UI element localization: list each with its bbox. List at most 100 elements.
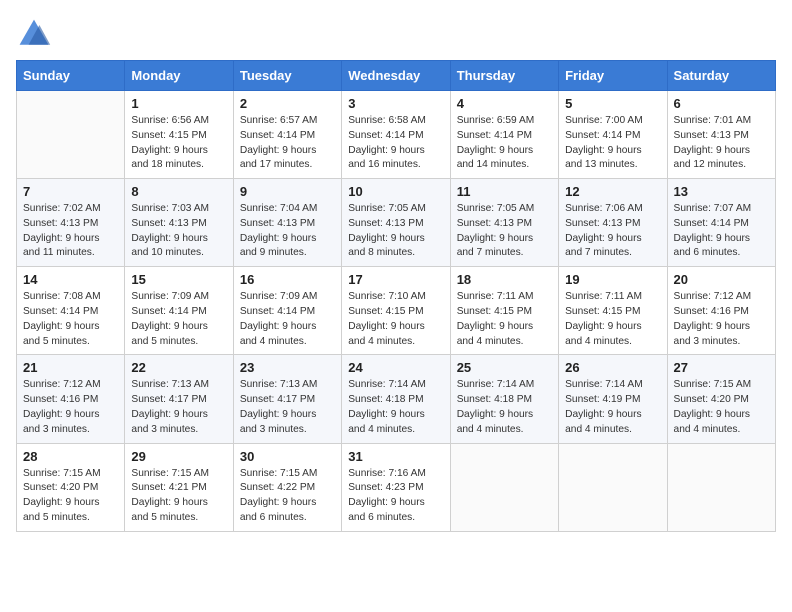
day-number: 15 bbox=[131, 272, 226, 287]
calendar-cell: 24Sunrise: 7:14 AMSunset: 4:18 PMDayligh… bbox=[342, 355, 450, 443]
calendar-cell: 11Sunrise: 7:05 AMSunset: 4:13 PMDayligh… bbox=[450, 179, 558, 267]
day-number: 16 bbox=[240, 272, 335, 287]
calendar-header-monday: Monday bbox=[125, 61, 233, 91]
day-info: Sunrise: 7:04 AMSunset: 4:13 PMDaylight:… bbox=[240, 202, 335, 261]
day-number: 26 bbox=[565, 360, 660, 375]
day-info: Sunrise: 7:03 AMSunset: 4:13 PMDaylight:… bbox=[131, 202, 226, 261]
day-number: 23 bbox=[240, 360, 335, 375]
day-info: Sunrise: 7:15 AMSunset: 4:20 PMDaylight:… bbox=[23, 467, 118, 526]
day-number: 27 bbox=[674, 360, 769, 375]
calendar-cell: 25 Sunrise: 7:14 AMSunset: 4:18 PMDayligh… bbox=[450, 355, 558, 443]
day-info: Sunrise: 6:58 AMSunset: 4:14 PMDaylight:… bbox=[348, 114, 443, 173]
day-info: Sunrise: 7:05 AMSunset: 4:13 PMDaylight:… bbox=[348, 202, 443, 261]
calendar-cell: 21 Sunrise: 7:12 AMSunset: 4:16 PMDayligh… bbox=[17, 355, 125, 443]
calendar-cell: 29Sunrise: 7:15 AMSunset: 4:21 PMDayligh… bbox=[125, 443, 233, 531]
day-info: Sunrise: 7:14 AMSunset: 4:18 PMDaylight:… bbox=[457, 378, 552, 437]
calendar-cell: 17 Sunrise: 7:10 AMSunset: 4:15 PMDayligh… bbox=[342, 267, 450, 355]
day-info: Sunrise: 7:02 AMSunset: 4:13 PMDaylight:… bbox=[23, 202, 118, 261]
calendar-cell bbox=[450, 443, 558, 531]
day-number: 14 bbox=[23, 272, 118, 287]
calendar-header-wednesday: Wednesday bbox=[342, 61, 450, 91]
day-info: Sunrise: 7:08 AMSunset: 4:14 PMDaylight:… bbox=[23, 290, 118, 349]
day-number: 1 bbox=[131, 96, 226, 111]
calendar-cell: 14 Sunrise: 7:08 AMSunset: 4:14 PMDayligh… bbox=[17, 267, 125, 355]
day-info: Sunrise: 7:15 AMSunset: 4:20 PMDaylight:… bbox=[674, 378, 769, 437]
calendar-cell: 7 Sunrise: 7:02 AMSunset: 4:13 PMDaylight… bbox=[17, 179, 125, 267]
day-number: 7 bbox=[23, 184, 118, 199]
calendar-week-row: 28 Sunrise: 7:15 AMSunset: 4:20 PMDayligh… bbox=[17, 443, 776, 531]
calendar-cell bbox=[559, 443, 667, 531]
day-number: 10 bbox=[348, 184, 443, 199]
header bbox=[16, 16, 776, 52]
calendar-cell: 12 Sunrise: 7:06 AMSunset: 4:13 PMDayligh… bbox=[559, 179, 667, 267]
calendar-cell: 30 Sunrise: 7:15 AMSunset: 4:22 PMDayligh… bbox=[233, 443, 341, 531]
calendar-cell: 31Sunrise: 7:16 AMSunset: 4:23 PMDayligh… bbox=[342, 443, 450, 531]
calendar-week-row: 14 Sunrise: 7:08 AMSunset: 4:14 PMDayligh… bbox=[17, 267, 776, 355]
day-info: Sunrise: 7:00 AMSunset: 4:14 PMDaylight:… bbox=[565, 114, 660, 173]
logo bbox=[16, 16, 56, 52]
calendar-header-thursday: Thursday bbox=[450, 61, 558, 91]
day-info: Sunrise: 7:13 AMSunset: 4:17 PMDaylight:… bbox=[240, 378, 335, 437]
calendar-cell: 26Sunrise: 7:14 AMSunset: 4:19 PMDayligh… bbox=[559, 355, 667, 443]
calendar-cell: 3Sunrise: 6:58 AMSunset: 4:14 PMDaylight… bbox=[342, 91, 450, 179]
day-info: Sunrise: 6:56 AMSunset: 4:15 PMDaylight:… bbox=[131, 114, 226, 173]
calendar-header-friday: Friday bbox=[559, 61, 667, 91]
calendar-cell: 18 Sunrise: 7:11 AMSunset: 4:15 PMDayligh… bbox=[450, 267, 558, 355]
day-info: Sunrise: 7:10 AMSunset: 4:15 PMDaylight:… bbox=[348, 290, 443, 349]
calendar-cell bbox=[17, 91, 125, 179]
calendar-cell: 23 Sunrise: 7:13 AMSunset: 4:17 PMDayligh… bbox=[233, 355, 341, 443]
day-number: 5 bbox=[565, 96, 660, 111]
day-number: 8 bbox=[131, 184, 226, 199]
day-info: Sunrise: 7:06 AMSunset: 4:13 PMDaylight:… bbox=[565, 202, 660, 261]
day-number: 28 bbox=[23, 449, 118, 464]
day-number: 13 bbox=[674, 184, 769, 199]
day-number: 22 bbox=[131, 360, 226, 375]
day-info: Sunrise: 7:09 AMSunset: 4:14 PMDaylight:… bbox=[240, 290, 335, 349]
day-number: 20 bbox=[674, 272, 769, 287]
calendar-cell: 27 Sunrise: 7:15 AMSunset: 4:20 PMDayligh… bbox=[667, 355, 775, 443]
logo-icon bbox=[16, 16, 52, 52]
day-number: 4 bbox=[457, 96, 552, 111]
calendar-cell: 9 Sunrise: 7:04 AMSunset: 4:13 PMDaylight… bbox=[233, 179, 341, 267]
day-info: Sunrise: 7:12 AMSunset: 4:16 PMDaylight:… bbox=[23, 378, 118, 437]
calendar-header-row: SundayMondayTuesdayWednesdayThursdayFrid… bbox=[17, 61, 776, 91]
calendar-header-saturday: Saturday bbox=[667, 61, 775, 91]
day-info: Sunrise: 7:16 AMSunset: 4:23 PMDaylight:… bbox=[348, 467, 443, 526]
day-number: 25 bbox=[457, 360, 552, 375]
day-info: Sunrise: 7:12 AMSunset: 4:16 PMDaylight:… bbox=[674, 290, 769, 349]
day-number: 2 bbox=[240, 96, 335, 111]
day-number: 9 bbox=[240, 184, 335, 199]
calendar-cell: 22Sunrise: 7:13 AMSunset: 4:17 PMDayligh… bbox=[125, 355, 233, 443]
day-number: 18 bbox=[457, 272, 552, 287]
calendar-cell: 5 Sunrise: 7:00 AMSunset: 4:14 PMDaylight… bbox=[559, 91, 667, 179]
day-info: Sunrise: 7:15 AMSunset: 4:21 PMDaylight:… bbox=[131, 467, 226, 526]
calendar-cell: 1 Sunrise: 6:56 AMSunset: 4:15 PMDaylight… bbox=[125, 91, 233, 179]
calendar-cell: 28 Sunrise: 7:15 AMSunset: 4:20 PMDayligh… bbox=[17, 443, 125, 531]
calendar-week-row: 21 Sunrise: 7:12 AMSunset: 4:16 PMDayligh… bbox=[17, 355, 776, 443]
calendar-week-row: 7 Sunrise: 7:02 AMSunset: 4:13 PMDaylight… bbox=[17, 179, 776, 267]
calendar-cell: 19 Sunrise: 7:11 AMSunset: 4:15 PMDayligh… bbox=[559, 267, 667, 355]
calendar-cell: 13 Sunrise: 7:07 AMSunset: 4:14 PMDayligh… bbox=[667, 179, 775, 267]
calendar: SundayMondayTuesdayWednesdayThursdayFrid… bbox=[16, 60, 776, 532]
calendar-cell: 10 Sunrise: 7:05 AMSunset: 4:13 PMDayligh… bbox=[342, 179, 450, 267]
day-info: Sunrise: 7:01 AMSunset: 4:13 PMDaylight:… bbox=[674, 114, 769, 173]
calendar-week-row: 1 Sunrise: 6:56 AMSunset: 4:15 PMDaylight… bbox=[17, 91, 776, 179]
calendar-cell: 20 Sunrise: 7:12 AMSunset: 4:16 PMDayligh… bbox=[667, 267, 775, 355]
calendar-header-tuesday: Tuesday bbox=[233, 61, 341, 91]
day-number: 6 bbox=[674, 96, 769, 111]
day-info: Sunrise: 7:15 AMSunset: 4:22 PMDaylight:… bbox=[240, 467, 335, 526]
day-number: 12 bbox=[565, 184, 660, 199]
day-info: Sunrise: 7:11 AMSunset: 4:15 PMDaylight:… bbox=[457, 290, 552, 349]
day-info: Sunrise: 7:07 AMSunset: 4:14 PMDaylight:… bbox=[674, 202, 769, 261]
day-info: Sunrise: 7:11 AMSunset: 4:15 PMDaylight:… bbox=[565, 290, 660, 349]
calendar-cell: 4Sunrise: 6:59 AMSunset: 4:14 PMDaylight… bbox=[450, 91, 558, 179]
calendar-cell: 16 Sunrise: 7:09 AMSunset: 4:14 PMDayligh… bbox=[233, 267, 341, 355]
day-info: Sunrise: 7:05 AMSunset: 4:13 PMDaylight:… bbox=[457, 202, 552, 261]
calendar-header-sunday: Sunday bbox=[17, 61, 125, 91]
day-number: 17 bbox=[348, 272, 443, 287]
day-info: Sunrise: 7:09 AMSunset: 4:14 PMDaylight:… bbox=[131, 290, 226, 349]
day-number: 21 bbox=[23, 360, 118, 375]
day-number: 30 bbox=[240, 449, 335, 464]
calendar-cell: 15 Sunrise: 7:09 AMSunset: 4:14 PMDayligh… bbox=[125, 267, 233, 355]
day-number: 19 bbox=[565, 272, 660, 287]
